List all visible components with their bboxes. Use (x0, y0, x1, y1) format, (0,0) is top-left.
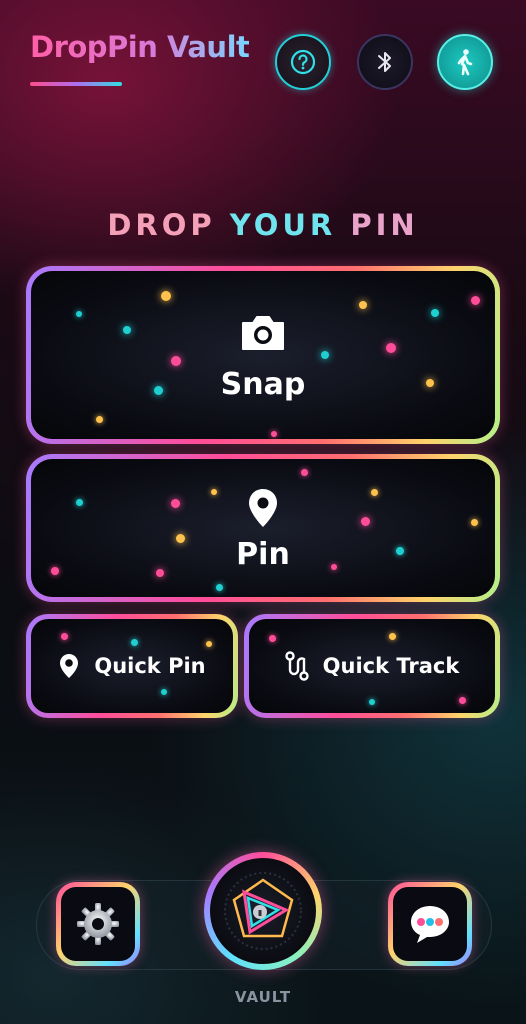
heading-part-drop: DROP (107, 208, 230, 242)
gear-icon (77, 903, 119, 945)
vault-label: VAULT (234, 988, 292, 1006)
bluetooth-button[interactable] (357, 34, 413, 90)
quick-pin-card-inner: Quick Pin (31, 619, 233, 713)
settings-button[interactable] (56, 882, 140, 966)
heading-part-your: YOUR (229, 208, 337, 242)
snap-label: Snap (220, 366, 306, 402)
vault-button[interactable] (204, 852, 322, 970)
quick-track-card-inner: Quick Track (249, 619, 495, 713)
snap-button[interactable]: Snap (26, 266, 500, 444)
pin-card-inner: Pin (31, 459, 495, 597)
quick-pin-button[interactable]: Quick Pin (26, 614, 238, 718)
route-icon (284, 651, 309, 681)
chat-button[interactable] (388, 882, 472, 966)
app-title: DropPin Vault (30, 30, 250, 64)
quick-pin-icon (60, 654, 79, 678)
section-heading: DROP YOUR PIN (0, 208, 526, 242)
quick-pin-label: Quick Pin (94, 654, 206, 678)
walking-icon (457, 49, 473, 76)
help-button[interactable] (275, 34, 331, 90)
help-icon (290, 49, 316, 75)
pin-label: Pin (236, 536, 290, 572)
walking-mode-button[interactable] (437, 34, 493, 90)
chat-bubble-icon (411, 906, 449, 943)
pin-button[interactable]: Pin (26, 454, 500, 602)
bluetooth-icon (378, 52, 391, 72)
heading-part-pin: PIN (336, 208, 419, 242)
snap-card-inner: Snap (31, 271, 495, 439)
camera-icon (242, 315, 284, 350)
title-underline (30, 82, 122, 86)
quick-track-label: Quick Track (322, 654, 460, 678)
location-pin-icon (249, 488, 277, 527)
vault-lock-icon (224, 872, 302, 950)
quick-track-button[interactable]: Quick Track (244, 614, 500, 718)
